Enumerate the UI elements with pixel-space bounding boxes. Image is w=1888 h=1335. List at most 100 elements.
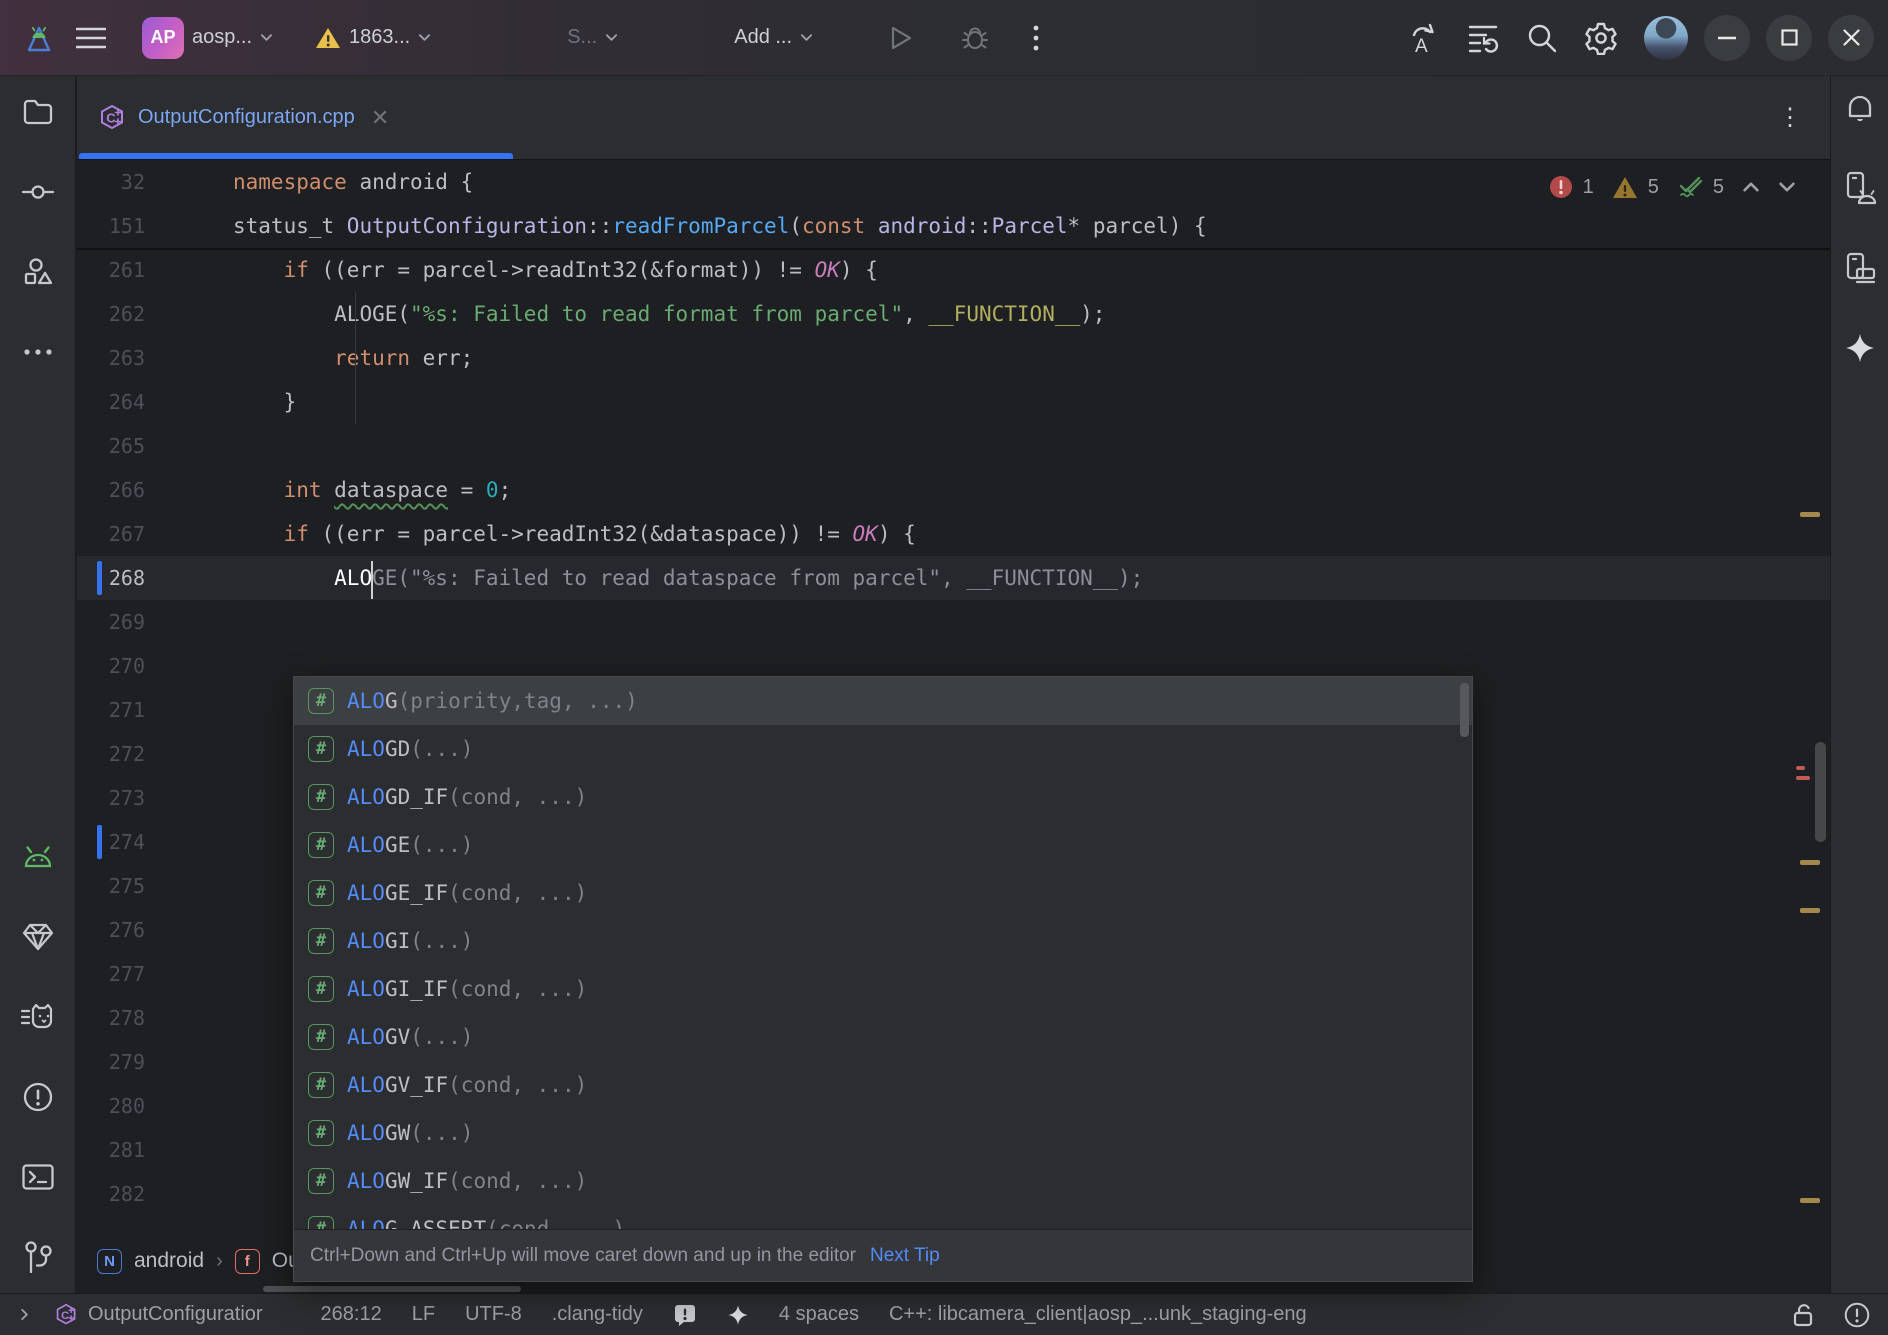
highlight-level-button[interactable] bbox=[1844, 1302, 1870, 1328]
line-number[interactable]: 278 bbox=[77, 1006, 161, 1030]
line-number[interactable]: 32 bbox=[77, 170, 161, 194]
close-button[interactable] bbox=[1828, 15, 1874, 61]
project-widget[interactable]: AP aosp... bbox=[132, 9, 283, 67]
completion-item-aloge_if[interactable]: #ALOGE_IF(cond, ...) bbox=[294, 869, 1472, 917]
more-run-actions-button[interactable] bbox=[1023, 17, 1049, 59]
reader-mode-button[interactable] bbox=[673, 1303, 697, 1327]
line-number[interactable]: 270 bbox=[77, 654, 161, 678]
status-file-widget[interactable]: C OutputConfiguratior bbox=[55, 1303, 263, 1327]
structure-tool-button[interactable] bbox=[16, 250, 60, 294]
terminal-tool-button[interactable] bbox=[16, 1155, 60, 1199]
code-line-269[interactable]: 269 bbox=[77, 600, 1830, 644]
line-number[interactable]: 282 bbox=[77, 1182, 161, 1206]
completion-item-alog_assert[interactable]: #ALOG_ASSERT(cond, ...) bbox=[294, 1205, 1472, 1229]
completion-item-aloge[interactable]: #ALOGE(...) bbox=[294, 821, 1472, 869]
completion-item-alogw[interactable]: #ALOGW(...) bbox=[294, 1109, 1472, 1157]
line-number[interactable]: 272 bbox=[77, 742, 161, 766]
completion-popup[interactable]: #ALOG(priority,tag, ...)#ALOGD(...)#ALOG… bbox=[293, 676, 1473, 1282]
error-stripe[interactable] bbox=[1796, 160, 1826, 1293]
line-separator[interactable]: LF bbox=[412, 1303, 435, 1326]
caret-position[interactable]: 268:12 bbox=[321, 1303, 382, 1326]
tab-close-icon[interactable]: ✕ bbox=[367, 105, 393, 131]
completion-item-alogw_if[interactable]: #ALOGW_IF(cond, ...) bbox=[294, 1157, 1472, 1205]
code-line-262[interactable]: 262 ALOGE("%s: Failed to read format fro… bbox=[77, 292, 1830, 336]
next-problem-icon[interactable] bbox=[1778, 178, 1796, 196]
code-line-263[interactable]: 263 return err; bbox=[77, 336, 1830, 380]
completion-item-alogd_if[interactable]: #ALOGD_IF(cond, ...) bbox=[294, 773, 1472, 821]
gemini-tool-button[interactable] bbox=[1838, 326, 1882, 370]
line-number[interactable]: 277 bbox=[77, 962, 161, 986]
problems-tool-button[interactable] bbox=[16, 1075, 60, 1119]
tab-outputconfiguration[interactable]: C OutputConfiguration.cpp ✕ bbox=[77, 76, 417, 159]
app-quality-insights-tool-button[interactable] bbox=[16, 915, 60, 959]
completion-list[interactable]: #ALOG(priority,tag, ...)#ALOGD(...)#ALOG… bbox=[294, 677, 1472, 1229]
line-number[interactable]: 267 bbox=[77, 522, 161, 546]
popup-scrollbar-thumb[interactable] bbox=[1460, 683, 1469, 737]
run-configuration-selector[interactable]: Add ... bbox=[724, 18, 823, 57]
file-encoding[interactable]: UTF-8 bbox=[465, 1303, 522, 1326]
run-button[interactable] bbox=[877, 17, 923, 59]
code-line-268[interactable]: 268 ALOGE("%s: Failed to read dataspace … bbox=[77, 556, 1830, 600]
next-tip-link[interactable]: Next Tip bbox=[870, 1245, 940, 1267]
indent-widget[interactable]: 4 spaces bbox=[779, 1303, 859, 1326]
version-control-tool-button[interactable] bbox=[16, 1235, 60, 1279]
project-tool-button[interactable] bbox=[16, 90, 60, 134]
line-number[interactable]: 281 bbox=[77, 1138, 161, 1162]
ai-status-button[interactable] bbox=[727, 1304, 749, 1326]
line-number[interactable]: 271 bbox=[77, 698, 161, 722]
line-number[interactable]: 266 bbox=[77, 478, 161, 502]
completion-item-alogv_if[interactable]: #ALOGV_IF(cond, ...) bbox=[294, 1061, 1472, 1109]
settings-button[interactable] bbox=[1584, 21, 1618, 55]
line-number[interactable]: 262 bbox=[77, 302, 161, 326]
completion-item-alogi_if[interactable]: #ALOGI_IF(cond, ...) bbox=[294, 965, 1472, 1013]
previous-problem-icon[interactable] bbox=[1742, 178, 1760, 196]
debug-button[interactable] bbox=[951, 16, 999, 60]
running-devices-tool-button[interactable] bbox=[1838, 246, 1882, 290]
completion-item-alogd[interactable]: #ALOGD(...) bbox=[294, 725, 1472, 773]
inspections-widget[interactable]: 1 5 5 bbox=[1549, 174, 1796, 200]
line-number[interactable]: 268 bbox=[77, 566, 161, 590]
line-number[interactable]: 269 bbox=[77, 610, 161, 634]
logcat-tool-button[interactable] bbox=[16, 835, 60, 879]
line-number[interactable]: 264 bbox=[77, 390, 161, 414]
completion-item-alogi[interactable]: #ALOGI(...) bbox=[294, 917, 1472, 965]
line-number[interactable]: 263 bbox=[77, 346, 161, 370]
line-number[interactable]: 273 bbox=[77, 786, 161, 810]
breadcrumb-namespace[interactable]: android bbox=[134, 1249, 204, 1273]
main-menu-button[interactable] bbox=[66, 19, 116, 57]
line-number[interactable]: 265 bbox=[77, 434, 161, 458]
search-everywhere-button[interactable] bbox=[1526, 22, 1558, 54]
local-history-button[interactable] bbox=[1466, 22, 1500, 54]
ai-rename-button[interactable]: A bbox=[1406, 21, 1440, 55]
completion-item-alogv[interactable]: #ALOGV(...) bbox=[294, 1013, 1472, 1061]
line-number[interactable]: 279 bbox=[77, 1050, 161, 1074]
avatar[interactable] bbox=[1644, 16, 1688, 60]
notifications-button[interactable] bbox=[1838, 86, 1882, 130]
status-expand-button[interactable] bbox=[18, 1308, 31, 1321]
more-tool-windows-button[interactable] bbox=[16, 330, 60, 374]
code-line-261[interactable]: 261 if ((err = parcel->readInt32(&format… bbox=[77, 248, 1830, 292]
line-number[interactable]: 274 bbox=[77, 830, 161, 854]
minimize-button[interactable] bbox=[1704, 15, 1750, 61]
profiler-tool-button[interactable] bbox=[16, 995, 60, 1039]
line-number[interactable]: 261 bbox=[77, 258, 161, 282]
code-line-264[interactable]: 264 } bbox=[77, 380, 1830, 424]
toolchain-widget[interactable]: C++: libcamera_client|aosp_...unk_stagin… bbox=[889, 1303, 1307, 1326]
horizontal-scrollbar-thumb[interactable] bbox=[263, 1286, 521, 1292]
code-line-267[interactable]: 267 if ((err = parcel->readInt32(&datasp… bbox=[77, 512, 1830, 556]
completion-item-alog[interactable]: #ALOG(priority,tag, ...) bbox=[294, 677, 1472, 725]
line-number[interactable]: 151 bbox=[77, 214, 161, 238]
code-line-266[interactable]: 266 int dataspace = 0; bbox=[77, 468, 1830, 512]
line-number[interactable]: 275 bbox=[77, 874, 161, 898]
code-editor[interactable]: 32namespace android {151status_t OutputC… bbox=[77, 160, 1830, 1293]
code-line-265[interactable]: 265 bbox=[77, 424, 1830, 468]
device-manager-tool-button[interactable] bbox=[1838, 166, 1882, 210]
line-number[interactable]: 280 bbox=[77, 1094, 161, 1118]
editor-scrollbar-thumb[interactable] bbox=[1815, 742, 1826, 842]
lock-status-button[interactable] bbox=[1792, 1302, 1814, 1328]
vcs-branch-widget[interactable]: 1863... bbox=[305, 18, 441, 58]
commit-tool-button[interactable] bbox=[16, 170, 60, 214]
code-line-151[interactable]: 151status_t OutputConfiguration::readFro… bbox=[77, 204, 1830, 248]
line-number[interactable]: 276 bbox=[77, 918, 161, 942]
maximize-button[interactable] bbox=[1766, 15, 1812, 61]
